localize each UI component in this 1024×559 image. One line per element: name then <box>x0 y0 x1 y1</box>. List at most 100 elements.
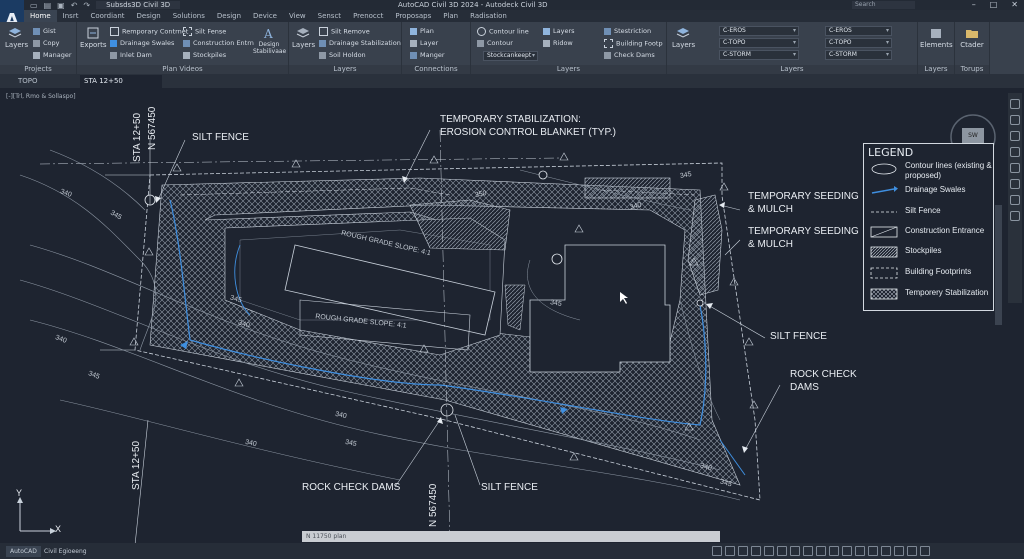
grid-icon[interactable] <box>712 546 722 556</box>
undo-icon[interactable]: ↶ <box>71 1 78 10</box>
isolate-icon[interactable] <box>868 546 878 556</box>
inlet-dam-button[interactable]: Inlet Dam <box>110 51 152 59</box>
stockcankeept-dropdown[interactable]: Stockcankeept <box>483 51 538 61</box>
drainage-stabilization-button[interactable]: Drainage Stabilization <box>319 39 401 47</box>
hardware-icon[interactable] <box>881 546 891 556</box>
selection-cycling-icon[interactable] <box>816 546 826 556</box>
silt-fence-button[interactable]: Silt Fense <box>183 27 226 36</box>
stestriction-button[interactable]: Stestriction <box>604 27 651 35</box>
polar-icon[interactable] <box>751 546 761 556</box>
elements-button[interactable]: Elements <box>920 26 953 49</box>
tab-solutions[interactable]: Solutions <box>167 10 211 22</box>
tab-insert[interactable]: Insrt <box>57 10 85 22</box>
tab-view[interactable]: View <box>283 10 312 22</box>
full-nav-wheel-icon[interactable] <box>1010 163 1020 173</box>
drainage-swales-button[interactable]: Drainage Swales <box>110 39 174 47</box>
save-icon[interactable]: ▣ <box>57 1 65 10</box>
contour-button[interactable]: Contour <box>477 39 513 47</box>
panel-tools: Ctader Torups <box>955 22 990 74</box>
look-icon[interactable] <box>1010 195 1020 205</box>
pan-icon[interactable] <box>1010 99 1020 109</box>
doc-tab-sta[interactable]: STA 12+50 <box>80 75 162 88</box>
otrack-icon[interactable] <box>777 546 787 556</box>
contour-line-button[interactable]: Contour line <box>477 27 529 36</box>
manager-connections-button[interactable]: Manger <box>410 51 445 59</box>
search-input[interactable]: Search <box>852 1 915 9</box>
label-temp-seeding-1: TEMPORARY SEEDING <box>748 191 859 202</box>
layer-dropdown-storm[interactable]: C-STORM <box>719 50 799 60</box>
extents-icon[interactable] <box>1010 211 1020 221</box>
minimize-icon[interactable]: – <box>972 0 976 9</box>
doc-tab-topo[interactable]: TOPO <box>14 75 80 88</box>
soil-holdon-button[interactable]: Soil Holdon <box>319 51 366 59</box>
window-controls: – □ ✕ <box>972 0 1018 9</box>
tab-design-2[interactable]: Design <box>211 10 247 22</box>
command-line[interactable]: N 11750 plan <box>302 531 720 542</box>
viewport-controls-label[interactable]: [-][Trl, Rmo & Sollaspo] <box>6 93 76 100</box>
ridow-button[interactable]: Ridow <box>543 39 573 47</box>
contour-icon <box>477 27 486 36</box>
tab-radisation[interactable]: Radisation <box>464 10 513 22</box>
redo-icon[interactable]: ↷ <box>83 1 90 10</box>
maximize-icon[interactable]: □ <box>990 0 998 9</box>
clean-screen-icon[interactable] <box>894 546 904 556</box>
transparency-icon[interactable] <box>803 546 813 556</box>
snap-icon[interactable] <box>725 546 735 556</box>
units-icon[interactable] <box>855 546 865 556</box>
copy-button[interactable]: Copy <box>33 39 60 47</box>
label-temp-seeding-2: TEMPORARY SEEDING <box>748 226 859 237</box>
layers-modify-button[interactable]: Layers <box>292 26 315 49</box>
plan-button[interactable]: Plan <box>410 27 434 35</box>
tab-home[interactable]: Home <box>24 10 57 22</box>
layers-button[interactable]: Layers <box>5 26 28 49</box>
tab-device[interactable]: Device <box>247 10 283 22</box>
tab-plan[interactable]: Plan <box>437 10 464 22</box>
ortho-icon[interactable] <box>738 546 748 556</box>
new-icon[interactable]: ▭ <box>30 1 38 10</box>
layer-dropdown-topo[interactable]: C-TOPO <box>719 38 799 48</box>
design-stabilization-button[interactable]: A Design Stabilivaae <box>253 26 286 55</box>
check-dams-button[interactable]: Check Dams <box>604 51 655 59</box>
layer-button[interactable]: Layer <box>410 39 438 47</box>
label-erosion-blanket: EROSION CONTROL BLANKET (TYP.) <box>440 127 616 138</box>
silt-remove-button[interactable]: Silt Remove <box>319 27 370 36</box>
layers-prop-button[interactable]: Layers <box>543 27 575 35</box>
tab-proposals[interactable]: Proposaps <box>389 10 437 22</box>
layout-tab-autocad[interactable]: AutoCAD <box>6 546 41 557</box>
layer-dropdown-topo-2[interactable]: C-TOPO <box>825 38 892 48</box>
layout-tab-civil[interactable]: Civil Egioeeng <box>40 546 91 557</box>
tab-design[interactable]: Design <box>131 10 167 22</box>
manager-button[interactable]: Manager <box>33 51 72 59</box>
building-footprint-button[interactable]: Building Footp <box>604 39 663 48</box>
lineweight-icon[interactable] <box>790 546 800 556</box>
construction-entrance-button[interactable]: Construction Entrn <box>183 39 254 47</box>
layer-dropdown-eros-2[interactable]: C-EROS <box>825 26 892 36</box>
customization-icon[interactable] <box>907 546 917 556</box>
tab-sensct[interactable]: Sensct <box>312 10 347 22</box>
gist-button[interactable]: Gist <box>33 27 56 35</box>
layer-dropdown-eros[interactable]: C-EROS <box>719 26 799 36</box>
temporary-construction-button[interactable]: Remporary Contrnet <box>110 27 188 36</box>
workspace-icon[interactable] <box>842 546 852 556</box>
stockpiles-button[interactable]: Stockpiles <box>183 51 226 59</box>
zoom-icon[interactable] <box>1010 115 1020 125</box>
showmotion-icon[interactable] <box>1010 147 1020 157</box>
orbit-icon[interactable] <box>1010 131 1020 141</box>
tab-prenocct[interactable]: Prenocct <box>347 10 389 22</box>
layers-state-button[interactable]: Layers <box>672 26 695 49</box>
vertical-scrollbar[interactable] <box>995 205 1002 325</box>
open-icon[interactable]: ▤ <box>44 1 52 10</box>
osnap-icon[interactable] <box>764 546 774 556</box>
tab-coordinate[interactable]: Coordiant <box>84 10 130 22</box>
menu-icon[interactable] <box>920 546 930 556</box>
workspace-field[interactable]: Subsds3D Civil 3D <box>96 1 181 9</box>
exports-button[interactable]: Exports <box>80 26 107 49</box>
walk-icon[interactable] <box>1010 179 1020 189</box>
annotation-icon[interactable] <box>829 546 839 556</box>
viewcube[interactable]: SW <box>962 128 984 144</box>
stockpile-2 <box>584 177 671 199</box>
folder-icon <box>966 30 978 38</box>
close-icon[interactable]: ✕ <box>1011 0 1018 9</box>
ctader-button[interactable]: Ctader <box>957 26 987 49</box>
layer-dropdown-storm-2[interactable]: C-STORM <box>825 50 892 60</box>
